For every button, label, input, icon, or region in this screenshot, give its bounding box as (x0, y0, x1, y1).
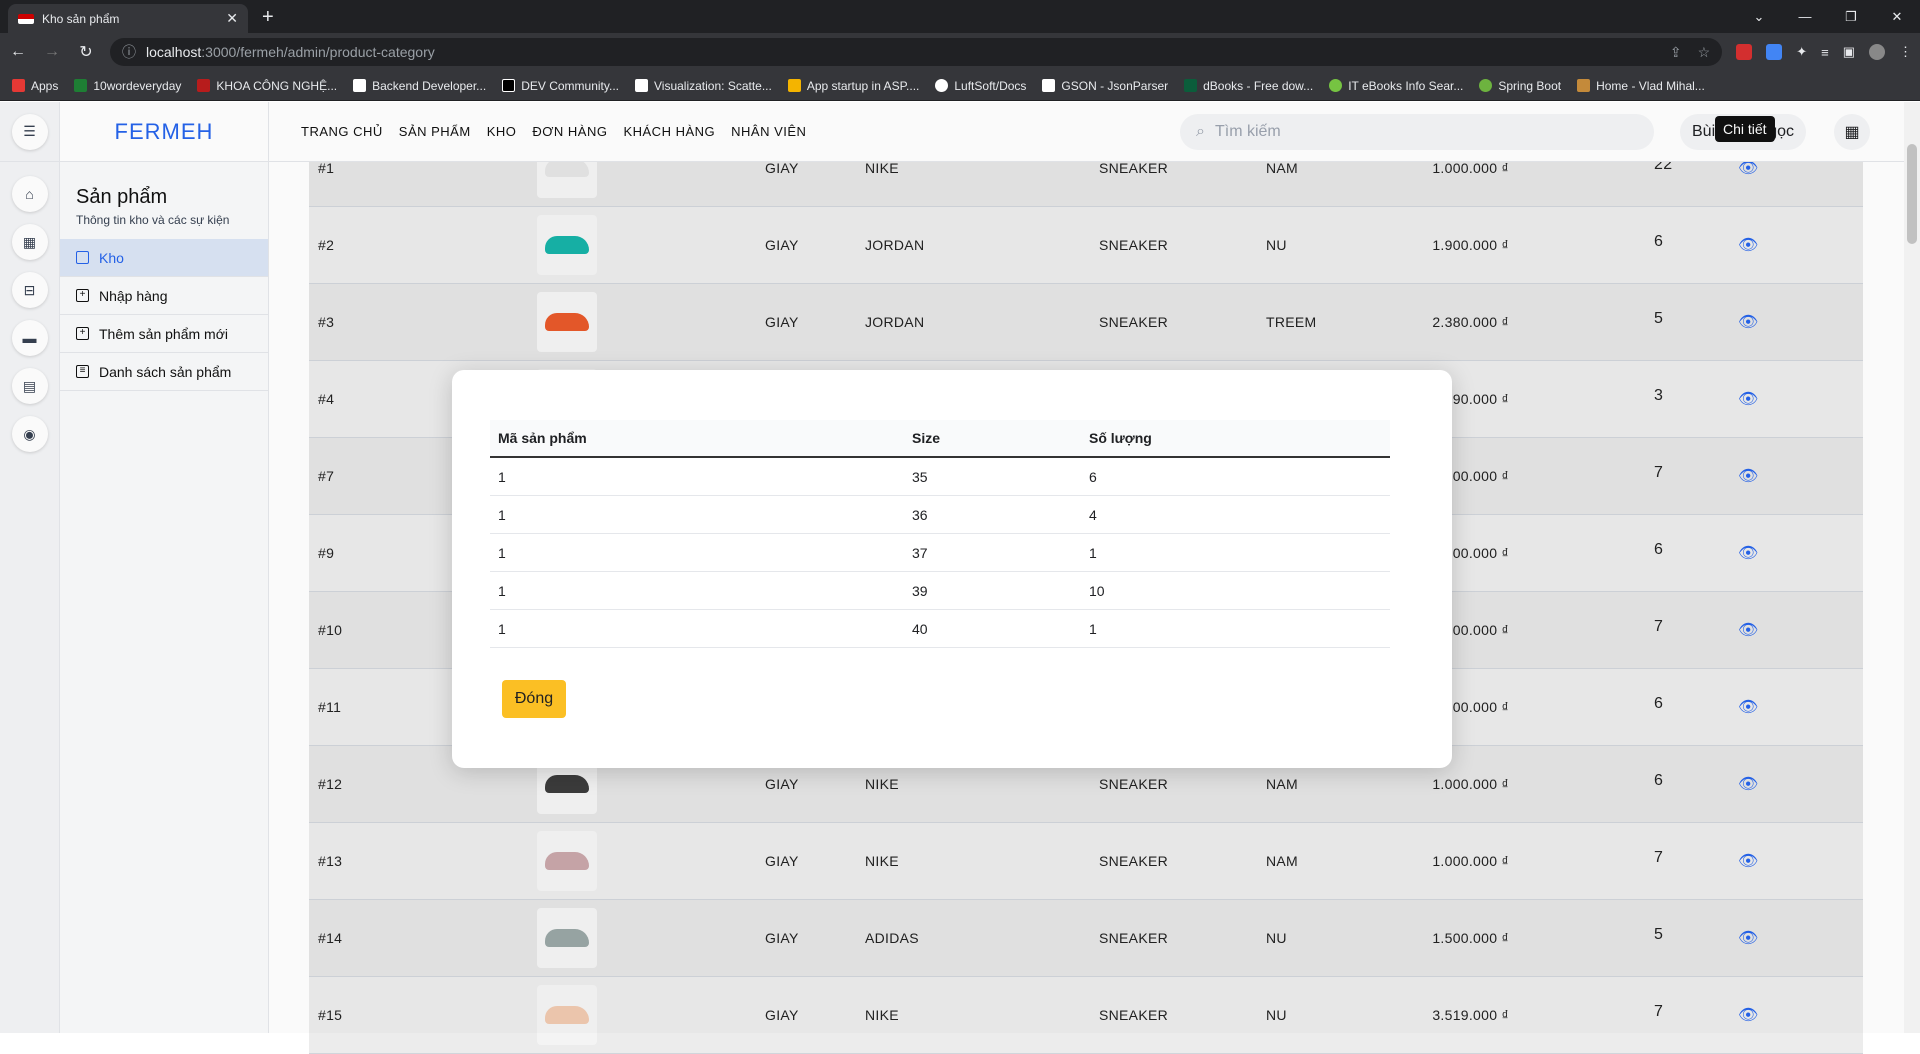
bookmark-icon (1329, 79, 1343, 92)
back-icon[interactable]: ← (8, 43, 28, 61)
extensions-icon[interactable]: ✦ (1796, 44, 1807, 60)
bookmark-item[interactable]: dBooks - Free dow... (1184, 79, 1313, 93)
size-table-row: 1 37 1 (490, 534, 1390, 572)
reload-icon[interactable]: ↻ (76, 42, 96, 62)
url-host: localhost (146, 44, 202, 60)
side-panel-icon[interactable]: ▣ (1843, 44, 1855, 60)
bookmark-item[interactable]: Apps (12, 79, 58, 93)
window-controls: ⌄ — ❐ ✕ (1736, 0, 1920, 33)
bookmark-icon (635, 79, 648, 92)
profile-avatar[interactable] (1869, 44, 1885, 60)
bookmark-item[interactable]: Spring Boot (1479, 79, 1561, 93)
bookmark-icon (1042, 79, 1056, 92)
github-icon (935, 79, 949, 92)
restore-icon[interactable]: ❐ (1828, 9, 1874, 25)
site-info-icon[interactable]: ⓘ (122, 42, 136, 62)
excel-icon (74, 79, 88, 92)
bookmark-item[interactable]: LuftSoft/Docs (935, 79, 1026, 93)
extensions: ✦ ≡ ▣ ⋮ (1736, 44, 1912, 60)
size-detail-modal: Mã sản phẩm Size Số lượng 1 35 6 1 36 4 1 37 1 1 3… (452, 370, 1452, 768)
reading-list-icon[interactable]: ≡ (1821, 45, 1829, 60)
adblock-icon[interactable] (1736, 44, 1753, 60)
bookmarks-bar: Apps 10wordeveryday KHOA CÔNG NGHỆ... Ba… (0, 71, 1920, 101)
close-window-icon[interactable]: ✕ (1874, 9, 1920, 25)
bookmark-icon (197, 79, 211, 92)
close-button[interactable]: Đóng (502, 680, 566, 718)
bookmark-item[interactable]: Visualization: Scatte... (635, 79, 772, 93)
minimize-icon[interactable]: — (1782, 9, 1828, 24)
bookmark-item[interactable]: App startup in ASP.... (787, 79, 919, 93)
bookmark-item[interactable]: GSON - JsonParser (1042, 79, 1168, 93)
apps-icon (12, 79, 25, 92)
size-table: Mã sản phẩm Size Số lượng 1 35 6 1 36 4 1 37 1 1 3… (490, 420, 1390, 648)
translate-icon[interactable] (1766, 44, 1783, 60)
address-bar: ← → ↻ ⓘ localhost:3000/fermeh/admin/prod… (0, 33, 1920, 71)
bookmark-item[interactable]: KHOA CÔNG NGHỆ... (197, 79, 337, 93)
share-icon[interactable]: ⇪ (1670, 44, 1682, 61)
tab-title: Kho sản phẩm (42, 11, 120, 26)
bookmark-icon (1577, 79, 1591, 92)
windows-icon (787, 79, 801, 92)
new-tab-icon[interactable]: + (262, 6, 274, 29)
browser-tab-strip: Kho sản phẩm ✕ + ⌄ — ❐ ✕ (0, 0, 1920, 33)
bookmark-item[interactable]: IT eBooks Info Sear... (1329, 79, 1463, 93)
bookmark-icon (353, 79, 367, 92)
tab-search-icon[interactable]: ⌄ (1736, 9, 1782, 25)
app-viewport: #1 GIAY NIKE SNEAKER NAM 1.000.000 ₫ 22 👁 #2 GIAY… (0, 101, 1904, 1054)
url-field[interactable]: ⓘ localhost:3000/fermeh/admin/product-ca… (110, 38, 1723, 66)
url-path: :3000/fermeh/admin/product-category (201, 44, 435, 60)
size-table-header: Mã sản phẩm Size Số lượng (490, 420, 1390, 458)
size-table-row: 1 35 6 (490, 458, 1390, 496)
page-scrollbar[interactable] (1904, 102, 1920, 1033)
bookmark-item[interactable]: DEV Community... (502, 79, 619, 93)
dev-icon (502, 79, 516, 92)
size-table-row: 1 39 10 (490, 572, 1390, 610)
bookmark-item[interactable]: Home - Vlad Mihal... (1577, 79, 1705, 93)
spring-icon (1479, 79, 1493, 92)
favicon-icon (18, 13, 34, 24)
bookmark-star-icon[interactable]: ☆ (1698, 44, 1711, 61)
browser-tab[interactable]: Kho sản phẩm ✕ (8, 4, 248, 33)
scrollbar-thumb[interactable] (1907, 144, 1917, 244)
browser-menu-icon[interactable]: ⋮ (1899, 44, 1912, 60)
size-table-row: 1 36 4 (490, 496, 1390, 534)
bookmark-item[interactable]: 10wordeveryday (74, 79, 181, 93)
size-table-row: 1 40 1 (490, 610, 1390, 648)
bookmark-item[interactable]: Backend Developer... (353, 79, 486, 93)
close-icon[interactable]: ✕ (226, 10, 238, 27)
forward-icon[interactable]: → (42, 43, 62, 61)
bookmark-icon (1184, 79, 1198, 92)
